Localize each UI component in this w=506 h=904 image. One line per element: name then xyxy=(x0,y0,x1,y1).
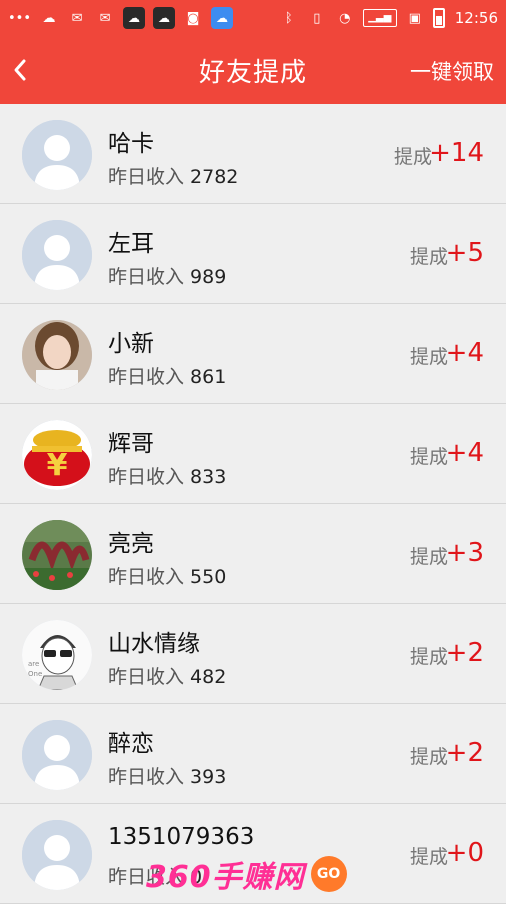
avatar: are One xyxy=(22,620,92,690)
friend-row[interactable]: 醉恋昨日收入 393 提成 +2 xyxy=(0,704,506,804)
avatar xyxy=(22,220,92,290)
svg-text:One: One xyxy=(28,670,42,678)
friend-name: 左耳 xyxy=(108,231,154,257)
svg-text:¥: ¥ xyxy=(47,448,68,483)
commission-value: +4 xyxy=(445,338,484,368)
income-label: 昨日收入 xyxy=(108,866,185,888)
commission-value: +2 xyxy=(445,638,484,668)
commission-value: +4 xyxy=(445,438,484,468)
friend-name: 哈卡 xyxy=(108,131,154,157)
sim-icon: ▣ xyxy=(408,10,421,26)
commission-value: +3 xyxy=(445,538,484,568)
wechat-icon: ✉ xyxy=(71,10,83,26)
friend-list: 哈卡 昨日收入 2782 提成 +14 左耳 昨日收入 989 提成 +5 小新 昨日收入 861 提成 +… xyxy=(0,104,506,904)
income-value: 550 xyxy=(190,566,227,588)
friend-row[interactable]: 哈卡昨日收入 2782 提成 +14 xyxy=(0,104,506,204)
cloud-icon: ☁ xyxy=(42,10,56,26)
friend-row[interactable]: 左耳昨日收入 989 提成 +5 xyxy=(0,204,506,304)
commission-label: 提成 xyxy=(409,346,448,368)
cloud-app-icon: ☁ xyxy=(211,7,234,29)
income-label: 昨日收入 xyxy=(108,766,185,788)
commission-value: +0 xyxy=(445,838,484,868)
income-line: 昨日收入 833 xyxy=(108,462,226,489)
commission-value: +2 xyxy=(445,738,484,768)
wifi-icon: ◔ xyxy=(339,10,351,26)
income-label: 昨日收入 xyxy=(108,266,185,288)
cloud-box-icon: ☁ xyxy=(123,7,146,29)
cell-signal-icon: ▁▃▅ xyxy=(362,9,397,27)
friend-name: 辉哥 xyxy=(108,431,154,457)
avatar xyxy=(22,520,92,590)
commission-label: 提成 xyxy=(409,546,448,568)
phone-signal-icon: ▯ xyxy=(313,10,321,26)
income-label: 昨日收入 xyxy=(108,166,185,188)
commission-label: 提成 xyxy=(393,146,432,168)
friend-name: 亮亮 xyxy=(108,531,154,557)
page-title: 好友提成 xyxy=(198,57,307,88)
income-value: 2782 xyxy=(190,166,239,188)
claim-all-button[interactable]: 一键领取 xyxy=(410,56,494,86)
more-dots-icon: ••• xyxy=(8,10,32,26)
income-value: 833 xyxy=(190,466,227,488)
avatar: ¥ xyxy=(22,420,92,490)
commission-label: 提成 xyxy=(409,246,448,268)
avatar xyxy=(22,720,92,790)
friend-row[interactable]: 亮亮昨日收入 550 提成 +3 xyxy=(0,504,506,604)
avatar xyxy=(22,120,92,190)
income-line: 昨日收入 550 xyxy=(108,562,226,589)
friend-name: 醉恋 xyxy=(108,731,154,757)
income-value: 393 xyxy=(190,766,227,788)
income-value: 0 xyxy=(190,866,203,888)
avatar xyxy=(22,820,92,890)
bluetooth-icon: ᛒ xyxy=(284,10,293,26)
cloud-box-icon: ☁ xyxy=(153,7,176,29)
income-value: 989 xyxy=(190,266,227,288)
commission-label: 提成 xyxy=(409,746,448,768)
commission-label: 提成 xyxy=(409,646,448,668)
income-line: 昨日收入 0 xyxy=(108,862,202,889)
status-time: 12:56 xyxy=(454,9,498,27)
battery-icon xyxy=(432,8,445,28)
avatar xyxy=(22,320,92,390)
svg-text:are: are xyxy=(28,660,39,668)
income-label: 昨日收入 xyxy=(108,566,185,588)
income-line: 昨日收入 989 xyxy=(108,262,226,289)
commission-value: +14 xyxy=(429,138,484,168)
commission-value: +5 xyxy=(445,238,484,268)
friend-row[interactable]: are One 山水情缘昨日收入 482 提成 +2 xyxy=(0,604,506,704)
status-bar: ••• ☁ ✉ ✉ ☁ ☁ ◙ ☁ ᛒ ▯ ◔ ▁▃▅ ▣ 12:56 xyxy=(0,0,506,36)
friend-name: 1351079363 xyxy=(108,824,255,850)
income-value: 482 xyxy=(190,666,227,688)
commission-label: 提成 xyxy=(409,846,448,868)
income-value: 861 xyxy=(190,366,227,388)
income-line: 昨日收入 861 xyxy=(108,362,226,389)
app-header: 好友提成 一键领取 xyxy=(0,36,506,104)
income-label: 昨日收入 xyxy=(108,466,185,488)
income-label: 昨日收入 xyxy=(108,666,185,688)
back-button[interactable] xyxy=(10,54,30,86)
friend-row[interactable]: 小新昨日收入 861 提成 +4 xyxy=(0,304,506,404)
friend-name: 小新 xyxy=(108,331,154,357)
income-line: 昨日收入 482 xyxy=(108,662,226,689)
friend-name: 山水情缘 xyxy=(108,631,200,657)
income-line: 昨日收入 393 xyxy=(108,762,226,789)
friend-row[interactable]: 1351079363 昨日收入 0 提成 +0 xyxy=(0,804,506,904)
back-arrow-icon xyxy=(14,59,26,81)
wechat-icon: ✉ xyxy=(99,10,111,26)
friend-row[interactable]: ¥ 辉哥昨日收入 833 提成 +4 xyxy=(0,404,506,504)
camera-icon: ◙ xyxy=(186,10,200,26)
income-line: 昨日收入 2782 xyxy=(108,162,238,189)
commission-label: 提成 xyxy=(409,446,448,468)
income-label: 昨日收入 xyxy=(108,366,185,388)
